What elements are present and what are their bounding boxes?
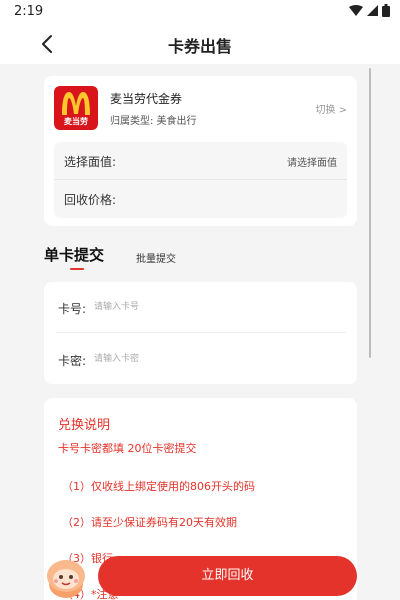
scrollbar[interactable]: [369, 68, 371, 358]
instructions-subtitle: 卡号卡密都填 20位卡密提交: [58, 442, 197, 455]
logo-text: 麦当劳: [64, 117, 88, 126]
value-field-box: 选择面值: 请选择面值 回收价格:: [54, 142, 347, 218]
signal-icon: [367, 5, 378, 16]
card-number-label: 卡号:: [58, 302, 87, 316]
card-password-row: 卡密:: [44, 334, 357, 384]
recycle-price-row: 回收价格:: [54, 180, 347, 218]
tab-batch-submit[interactable]: 批量提交: [136, 250, 176, 265]
card-password-label: 卡密:: [58, 354, 87, 368]
instruction-item: （2）请至少保证券码有20天有效期: [62, 516, 237, 529]
card-password-input[interactable]: [94, 348, 334, 370]
customer-service-mascot-icon[interactable]: [44, 552, 98, 600]
tab-single-submit[interactable]: 单卡提交: [44, 244, 104, 265]
divider: [56, 332, 346, 333]
instruction-item: （1）仅收线上绑定使用的806开头的码: [62, 480, 255, 493]
face-value-select[interactable]: 请选择面值: [287, 154, 337, 169]
status-time: 2:19: [14, 4, 44, 19]
mcdonalds-logo: 麦当劳: [54, 86, 98, 130]
product-type: 归属类型: 美食出行: [110, 116, 197, 127]
product-card: 麦当劳 麦当劳代金券 归属类型: 美食出行 切换 > 选择面值: 请选择面值 回…: [44, 76, 357, 226]
face-value-row[interactable]: 选择面值: 请选择面值: [54, 142, 347, 180]
card-number-row: 卡号:: [44, 282, 357, 332]
active-tab-indicator: [70, 268, 84, 270]
nav-bar: 卡券出售: [0, 24, 400, 64]
status-icons: [349, 4, 390, 17]
card-input-card: 卡号: 卡密:: [44, 282, 357, 384]
product-name: 麦当劳代金券: [110, 92, 183, 106]
switch-button[interactable]: 切换 >: [315, 101, 347, 116]
face-value-label: 选择面值:: [64, 155, 117, 169]
wifi-icon: [349, 5, 363, 16]
instructions-title: 兑换说明: [58, 418, 111, 433]
card-number-input[interactable]: [94, 296, 334, 318]
recycle-now-button[interactable]: 立即回收: [98, 556, 357, 596]
submit-tabs: 单卡提交 批量提交: [44, 244, 344, 274]
status-bar: 2:19: [0, 0, 400, 24]
recycle-price-label: 回收价格:: [64, 193, 117, 207]
page-title: 卡券出售: [167, 37, 232, 56]
battery-icon: [382, 4, 390, 17]
